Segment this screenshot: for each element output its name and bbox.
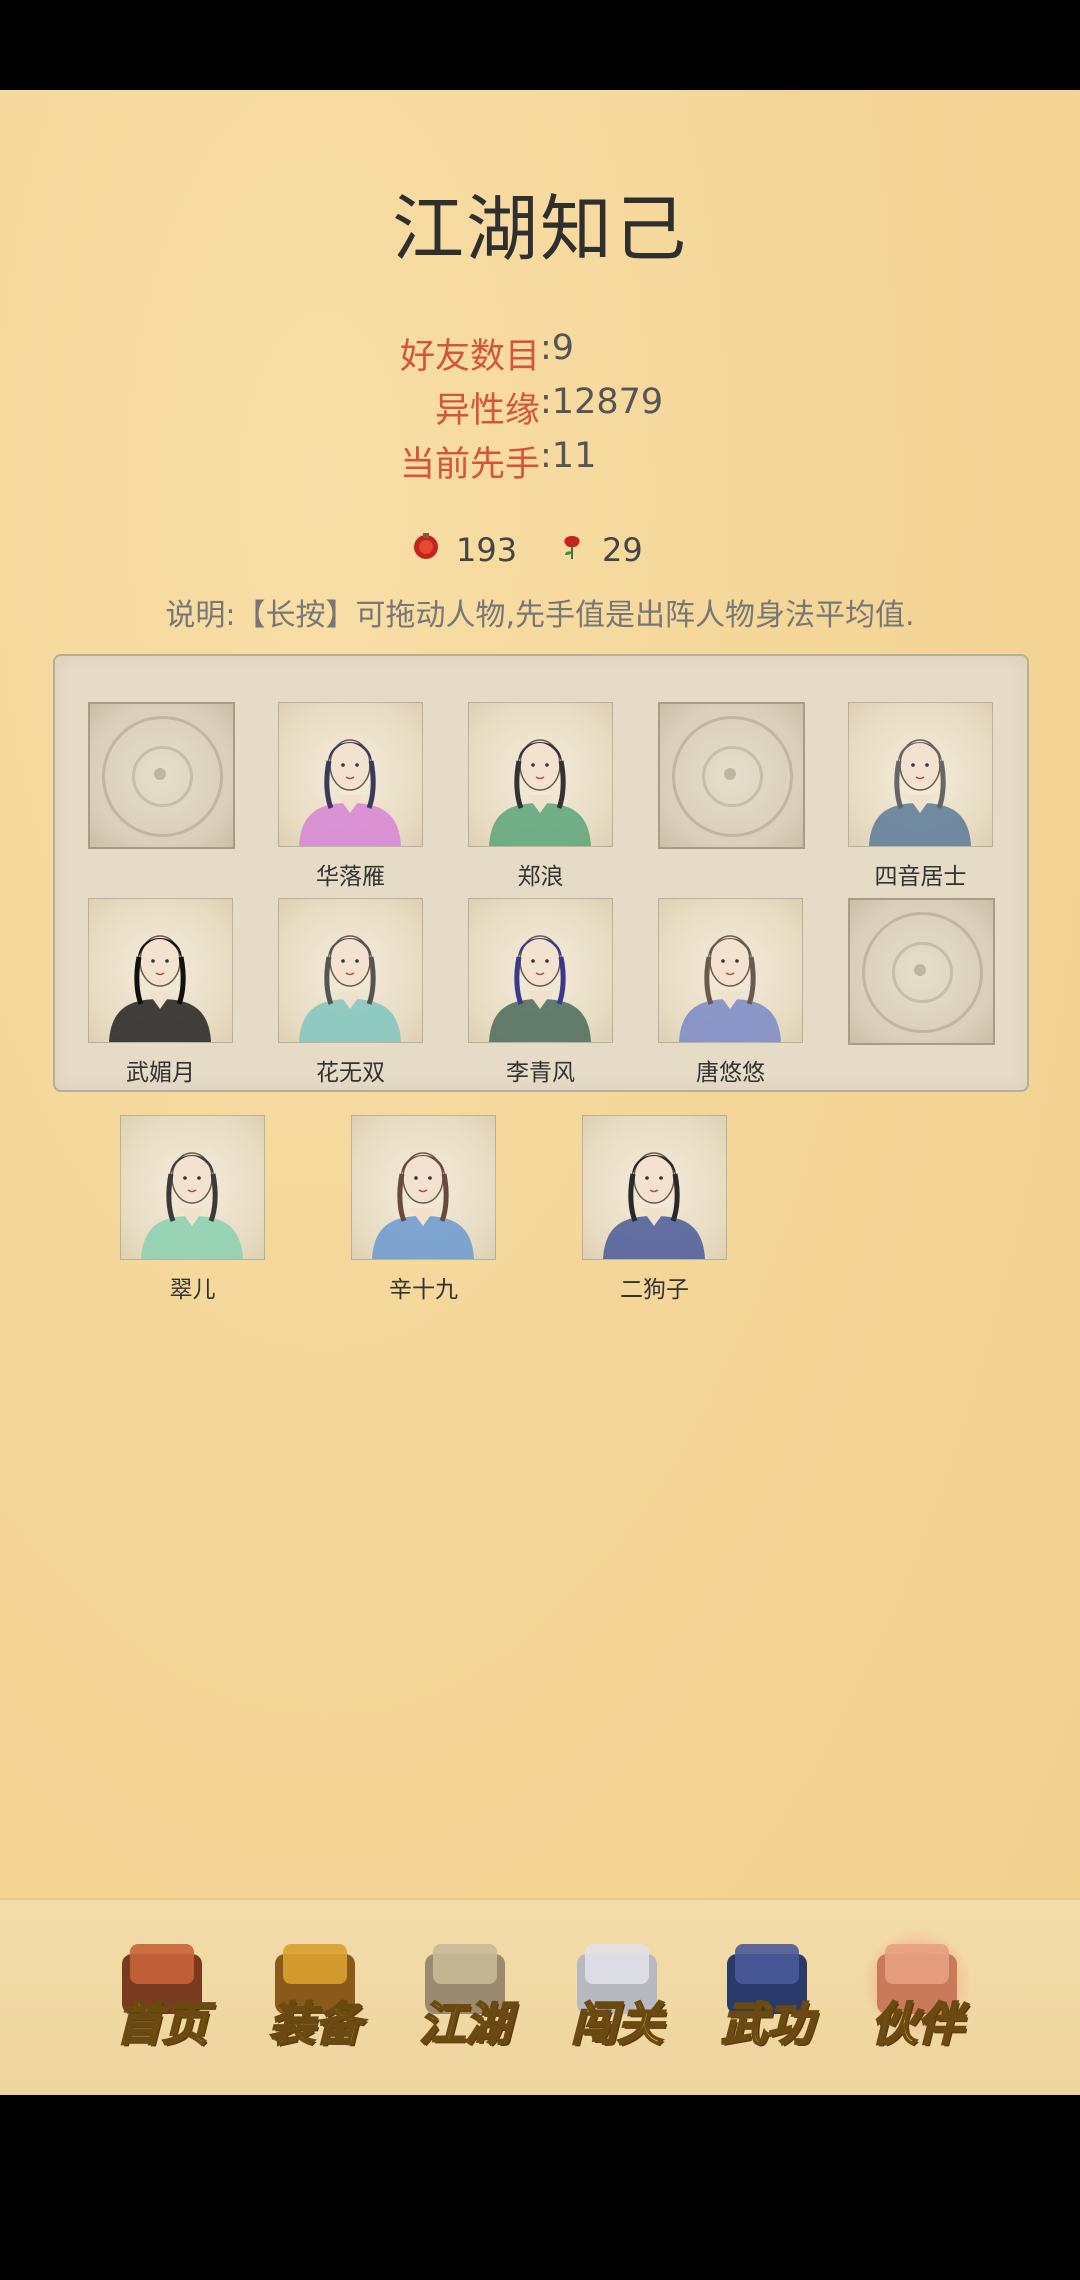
character-portrait — [658, 898, 803, 1043]
bottom-nav: 首页 装备 江湖 闯关 武功 伙伴 — [0, 1898, 1080, 2095]
character-name: 李青风 — [506, 1060, 575, 1086]
game-screen: 江湖知己 好友数目:9 异性缘:12879 当前先手:11 193 29 说明:… — [0, 90, 1080, 2095]
nav-label: 首页 — [115, 1996, 209, 2052]
nav-label: 武功 — [720, 1996, 814, 2052]
stat-friend-count: 好友数目:9 — [0, 328, 1080, 379]
empty-slot[interactable] — [658, 702, 805, 889]
nav-house[interactable]: 首页 — [97, 1928, 227, 2058]
stat-label: 好友数目 — [399, 337, 540, 377]
lineup-panel: 华落雁 郑浪 四音居士武媚月 花无双 李青风 唐悠悠 — [53, 654, 1029, 1092]
red-flower-icon — [556, 530, 588, 570]
character-slot[interactable]: 李青风 — [468, 898, 613, 1086]
character-name: 唐悠悠 — [696, 1060, 765, 1086]
stat-label: 当前先手 — [399, 445, 540, 485]
stat-value: 12879 — [551, 382, 664, 422]
empty-slot[interactable] — [848, 898, 995, 1085]
character-name: 翠儿 — [169, 1277, 216, 1303]
stat-label: 异性缘 — [434, 391, 540, 431]
character-portrait — [278, 702, 423, 847]
nav-label: 江湖 — [418, 1996, 512, 2052]
character-portrait — [278, 898, 423, 1043]
character-portrait — [120, 1115, 265, 1260]
stat-charm: 异性缘:12879 — [0, 382, 1080, 433]
currency-flower: 29 — [556, 530, 643, 570]
nav-label: 闯关 — [570, 1996, 664, 2052]
character-slot[interactable]: 武媚月 — [88, 898, 233, 1086]
stat-initiative: 当前先手:11 — [0, 436, 1080, 487]
character-name: 华落雁 — [316, 864, 385, 890]
nav-scroll-map[interactable]: 江湖 — [400, 1928, 530, 2058]
character-portrait — [468, 702, 613, 847]
character-name — [848, 1055, 993, 1085]
character-name: 郑浪 — [517, 864, 564, 890]
character-name — [88, 859, 233, 889]
nav-label: 伙伴 — [870, 1996, 964, 2052]
character-slot[interactable]: 辛十九 — [351, 1115, 496, 1303]
character-portrait — [88, 898, 233, 1043]
currency-value: 29 — [602, 531, 643, 569]
empty-slot-emblem — [88, 702, 235, 849]
character-slot[interactable]: 翠儿 — [120, 1115, 265, 1303]
stat-value: 9 — [551, 328, 575, 368]
currency-value: 193 — [456, 531, 518, 569]
empty-slot[interactable] — [88, 702, 235, 889]
currency-bar: 193 29 — [0, 530, 1080, 580]
character-name: 辛十九 — [389, 1277, 458, 1303]
nav-partners[interactable]: 伙伴 — [852, 1928, 982, 2058]
stat-value: 11 — [551, 436, 597, 476]
nav-armor[interactable]: 装备 — [250, 1928, 380, 2058]
character-name: 四音居士 — [874, 864, 967, 890]
character-portrait — [582, 1115, 727, 1260]
instruction-note: 说明:【长按】可拖动人物,先手值是出阵人物身法平均值. — [165, 598, 915, 633]
page-title: 江湖知己 — [391, 187, 688, 271]
character-slot[interactable]: 二狗子 — [582, 1115, 727, 1303]
character-name: 二狗子 — [620, 1277, 689, 1303]
character-portrait — [351, 1115, 496, 1260]
character-name: 花无双 — [316, 1060, 385, 1086]
nav-book[interactable]: 武功 — [702, 1928, 832, 2058]
currency-gourd: 193 — [410, 530, 517, 570]
character-name: 武媚月 — [126, 1060, 195, 1086]
character-slot[interactable]: 华落雁 — [278, 702, 423, 890]
empty-slot-emblem — [658, 702, 805, 849]
red-gourd-icon — [410, 530, 442, 570]
nav-label: 装备 — [268, 1996, 362, 2052]
character-slot[interactable]: 四音居士 — [848, 702, 993, 890]
character-slot[interactable]: 郑浪 — [468, 702, 613, 890]
empty-slot-emblem — [848, 898, 995, 1045]
character-portrait — [848, 702, 993, 847]
character-name — [658, 859, 803, 889]
character-portrait — [468, 898, 613, 1043]
character-slot[interactable]: 唐悠悠 — [658, 898, 803, 1086]
character-slot[interactable]: 花无双 — [278, 898, 423, 1086]
nav-crossed-swords[interactable]: 闯关 — [552, 1928, 682, 2058]
